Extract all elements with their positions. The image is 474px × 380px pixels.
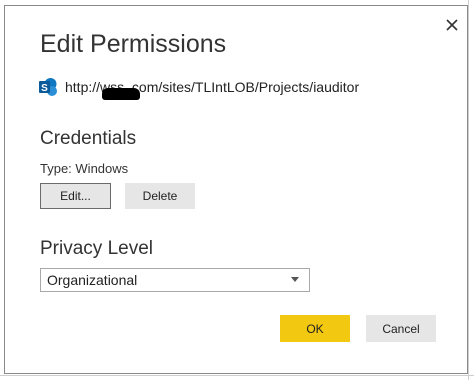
edit-permissions-dialog: Edit Permissions S http://wss .com/sites… (4, 5, 468, 374)
privacy-level-selected-value: Organizational (47, 272, 138, 288)
svg-text:S: S (41, 83, 48, 94)
sharepoint-icon: S (39, 78, 57, 96)
privacy-level-heading: Privacy Level (40, 238, 153, 259)
background-divider (468, 0, 469, 380)
background-divider (0, 375, 474, 376)
dialog-title: Edit Permissions (40, 30, 227, 58)
close-icon (446, 19, 458, 31)
data-source-url-row: S http://wss .com/sites/TLIntLOB/Project… (38, 77, 359, 97)
cancel-button[interactable]: Cancel (366, 315, 436, 342)
close-button[interactable] (441, 14, 463, 36)
chevron-down-icon (291, 277, 299, 282)
privacy-level-dropdown[interactable]: Organizational (40, 268, 310, 292)
credentials-heading: Credentials (40, 128, 137, 149)
edit-credentials-button[interactable]: Edit... (40, 183, 111, 209)
delete-credentials-button[interactable]: Delete (125, 183, 195, 209)
redaction-mark (102, 88, 140, 100)
ok-button[interactable]: OK (280, 315, 350, 342)
credential-type-label: Type: Windows (40, 161, 129, 176)
